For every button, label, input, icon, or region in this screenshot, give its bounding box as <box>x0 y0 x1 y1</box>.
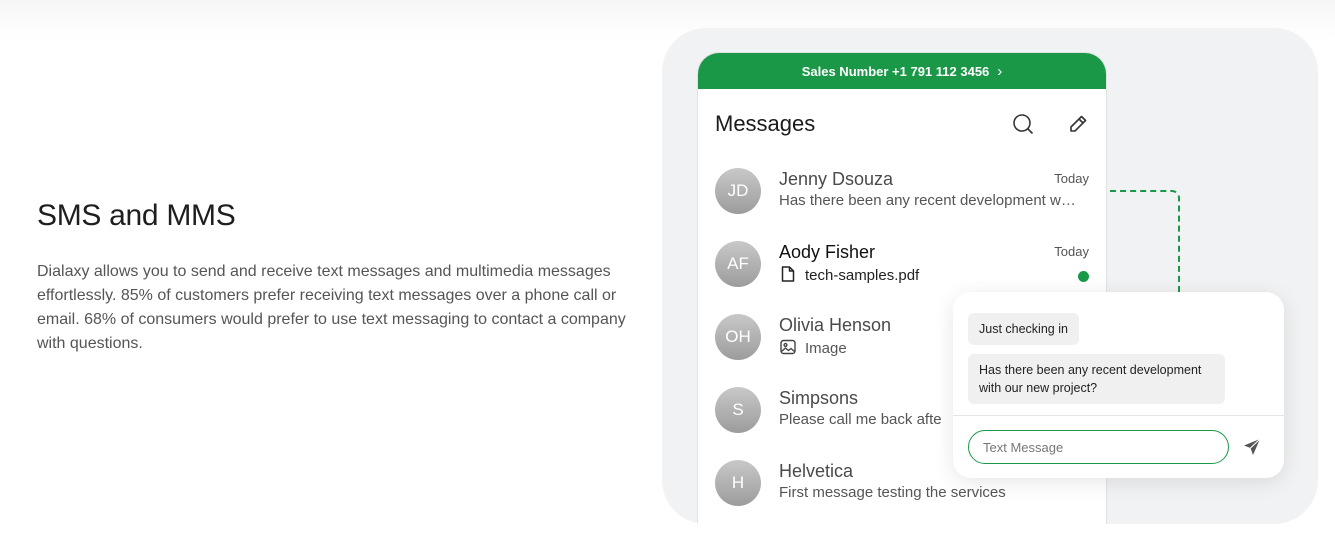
avatar: S <box>715 387 761 433</box>
message-time: Today <box>1054 171 1089 186</box>
image-icon <box>780 339 796 355</box>
chat-bubble: Just checking in <box>968 313 1079 345</box>
send-icon[interactable] <box>1242 437 1262 457</box>
contact-name: Aody Fisher <box>779 242 876 262</box>
message-time: Today <box>1054 244 1089 259</box>
chevron-right-icon: › <box>997 62 1003 80</box>
divider <box>953 415 1284 416</box>
feature-description: Dialaxy allows you to send and receive t… <box>37 263 626 352</box>
text-message-input[interactable] <box>968 430 1229 464</box>
messages-header: Messages <box>698 89 1106 159</box>
avatar: OH <box>715 314 761 360</box>
contact-name: Helvetica <box>779 461 854 481</box>
messages-title: Messages <box>715 111 816 136</box>
chat-popover: Just checking in Has there been any rece… <box>953 292 1284 478</box>
unread-indicator <box>1078 271 1089 282</box>
avatar: AF <box>715 241 761 287</box>
connector-dashed-line <box>1110 190 1180 300</box>
feature-title: SMS and MMS <box>37 199 236 232</box>
attachment-filename: tech-samples.pdf <box>805 267 920 284</box>
contact-name: Simpsons <box>779 388 859 408</box>
file-icon <box>781 266 795 282</box>
message-preview: Has there been any recent development wi… <box>779 192 1079 209</box>
conversation-row[interactable]: JD Jenny Dsouza Today Has there been any… <box>698 159 1106 232</box>
chat-bubble: Has there been any recent development wi… <box>968 354 1225 404</box>
message-preview: First message testing the services <box>779 484 1006 501</box>
contact-name: Olivia Henson <box>779 315 892 335</box>
attachment-label: Image <box>805 340 847 357</box>
search-icon[interactable] <box>1011 112 1035 136</box>
avatar: JD <box>715 168 761 214</box>
sales-number-bar[interactable]: Sales Number +1 791 112 3456 › <box>698 53 1106 89</box>
message-preview: tech-samples.pdf <box>779 265 1079 284</box>
avatar: H <box>715 460 761 506</box>
edit-pencil-icon[interactable] <box>1066 112 1090 136</box>
sales-number-label: Sales Number +1 791 112 3456 <box>801 63 990 79</box>
contact-name: Jenny Dsouza <box>779 169 894 189</box>
